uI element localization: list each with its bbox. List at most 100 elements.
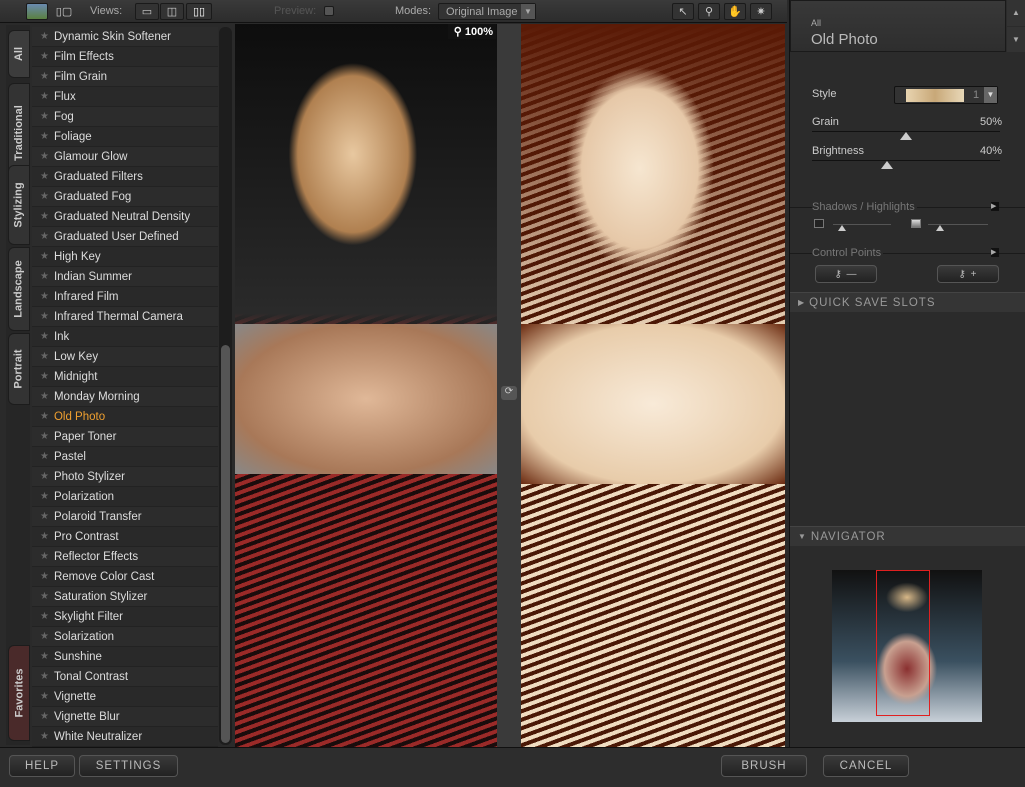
quick-save-slots-header[interactable]: ▶ QUICK SAVE SLOTS [790, 292, 1025, 312]
style-dropdown[interactable]: 1 ▼ [894, 86, 998, 104]
star-icon[interactable]: ★ [40, 631, 49, 642]
star-icon[interactable]: ★ [40, 231, 49, 242]
scrollbar-thumb[interactable] [221, 345, 230, 743]
tab-landscape[interactable]: Landscape [8, 247, 30, 331]
brush-button[interactable]: BRUSH [721, 755, 807, 777]
star-icon[interactable]: ★ [40, 291, 49, 302]
filter-item[interactable]: ★ Tonal Contrast [32, 667, 218, 687]
filter-item[interactable]: ★ Monday Morning [32, 387, 218, 407]
filter-item[interactable]: ★ Pro Contrast [32, 527, 218, 547]
view-side-by-side-button[interactable]: ▯▯ [186, 3, 212, 20]
swap-icon[interactable]: ⟳ [501, 386, 517, 400]
filter-item[interactable]: ★ Foliage [32, 127, 218, 147]
star-icon[interactable]: ★ [40, 251, 49, 262]
view-split-button[interactable]: ◫ [160, 3, 184, 20]
star-icon[interactable]: ★ [40, 511, 49, 522]
view-single-button[interactable]: ▭ [135, 3, 159, 20]
chevron-up-icon[interactable]: ▲ [1007, 0, 1025, 26]
zoom-tool-icon[interactable]: ⚲ [698, 3, 720, 20]
pointer-tool-icon[interactable]: ↖ [672, 3, 694, 20]
filter-item[interactable]: ★ Reflector Effects [32, 547, 218, 567]
filter-item[interactable]: ★ Remove Color Cast [32, 567, 218, 587]
star-icon[interactable]: ★ [40, 331, 49, 342]
chevron-down-icon[interactable]: ▼ [1007, 27, 1025, 52]
filter-item[interactable]: ★ Vignette Blur [32, 707, 218, 727]
expand-shadows-icon[interactable]: ▶ [991, 202, 999, 211]
filter-item[interactable]: ★ White Neutralizer [32, 727, 218, 747]
filter-item[interactable]: ★ Graduated Filters [32, 167, 218, 187]
star-icon[interactable]: ★ [40, 211, 49, 222]
star-icon[interactable]: ★ [40, 351, 49, 362]
preview-checkbox[interactable] [324, 6, 334, 16]
brightness-slider-track[interactable] [812, 160, 1000, 161]
star-icon[interactable]: ★ [40, 131, 49, 142]
navigator-header[interactable]: ▼ NAVIGATOR [790, 526, 1025, 546]
filter-item[interactable]: ★ Midnight [32, 367, 218, 387]
cancel-button[interactable]: CANCEL [823, 755, 909, 777]
star-icon[interactable]: ★ [40, 471, 49, 482]
filter-item[interactable]: ★ Vignette [32, 687, 218, 707]
filter-item[interactable]: ★ Paper Toner [32, 427, 218, 447]
star-icon[interactable]: ★ [40, 651, 49, 662]
star-icon[interactable]: ★ [40, 411, 49, 422]
star-icon[interactable]: ★ [40, 431, 49, 442]
star-icon[interactable]: ★ [40, 51, 49, 62]
filter-item[interactable]: ★ High Key [32, 247, 218, 267]
filter-item[interactable]: ★ Polarization [32, 487, 218, 507]
hand-tool-icon[interactable]: ✋ [724, 3, 746, 20]
filter-item[interactable]: ★ Saturation Stylizer [32, 587, 218, 607]
filter-item[interactable]: ★ Fog [32, 107, 218, 127]
star-icon[interactable]: ★ [40, 691, 49, 702]
filter-item[interactable]: ★ Solarization [32, 627, 218, 647]
star-icon[interactable]: ★ [40, 731, 49, 742]
layout-grid-icon[interactable]: ▯▢ [53, 3, 75, 20]
star-icon[interactable]: ★ [40, 491, 49, 502]
tab-favorites[interactable]: Favorites [8, 645, 30, 741]
brightness-slider-handle[interactable] [881, 161, 894, 169]
star-icon[interactable]: ★ [40, 571, 49, 582]
highlights-slider-handle[interactable] [936, 225, 944, 231]
filter-item[interactable]: ★ Low Key [32, 347, 218, 367]
star-icon[interactable]: ★ [40, 531, 49, 542]
filter-item[interactable]: ★ Old Photo [32, 407, 218, 427]
star-icon[interactable]: ★ [40, 271, 49, 282]
star-icon[interactable]: ★ [40, 451, 49, 462]
light-tool-icon[interactable]: ✷ [750, 3, 772, 20]
star-icon[interactable]: ★ [40, 391, 49, 402]
grain-slider-handle[interactable] [900, 132, 912, 140]
star-icon[interactable]: ★ [40, 711, 49, 722]
filter-item[interactable]: ★ Indian Summer [32, 267, 218, 287]
add-control-point-button[interactable]: ⚷ + [937, 265, 999, 283]
tab-all[interactable]: All [8, 30, 30, 78]
remove-control-point-button[interactable]: ⚷ — [815, 265, 877, 283]
star-icon[interactable]: ★ [40, 151, 49, 162]
settings-button[interactable]: SETTINGS [79, 755, 178, 777]
expand-control-points-icon[interactable]: ▶ [991, 248, 999, 257]
star-icon[interactable]: ★ [40, 611, 49, 622]
navigator-thumbnail[interactable] [832, 570, 982, 722]
filter-item[interactable]: ★ Sunshine [32, 647, 218, 667]
preview-image[interactable] [521, 24, 785, 747]
navigator-viewport[interactable] [876, 570, 930, 716]
star-icon[interactable]: ★ [40, 91, 49, 102]
star-icon[interactable]: ★ [40, 71, 49, 82]
shadows-slider-handle[interactable] [838, 225, 846, 231]
filter-item[interactable]: ★ Infrared Thermal Camera [32, 307, 218, 327]
original-image[interactable] [235, 24, 497, 747]
filter-item[interactable]: ★ Photo Stylizer [32, 467, 218, 487]
star-icon[interactable]: ★ [40, 371, 49, 382]
filter-item[interactable]: ★ Flux [32, 87, 218, 107]
filter-item[interactable]: ★ Graduated Neutral Density [32, 207, 218, 227]
filter-item[interactable]: ★ Graduated User Defined [32, 227, 218, 247]
star-icon[interactable]: ★ [40, 671, 49, 682]
filter-item[interactable]: ★ Film Grain [32, 67, 218, 87]
help-button[interactable]: HELP [9, 755, 75, 777]
star-icon[interactable]: ★ [40, 191, 49, 202]
star-icon[interactable]: ★ [40, 591, 49, 602]
star-icon[interactable]: ★ [40, 171, 49, 182]
star-icon[interactable]: ★ [40, 551, 49, 562]
star-icon[interactable]: ★ [40, 111, 49, 122]
star-icon[interactable]: ★ [40, 311, 49, 322]
filter-item[interactable]: ★ Graduated Fog [32, 187, 218, 207]
tab-portrait[interactable]: Portrait [8, 333, 30, 405]
